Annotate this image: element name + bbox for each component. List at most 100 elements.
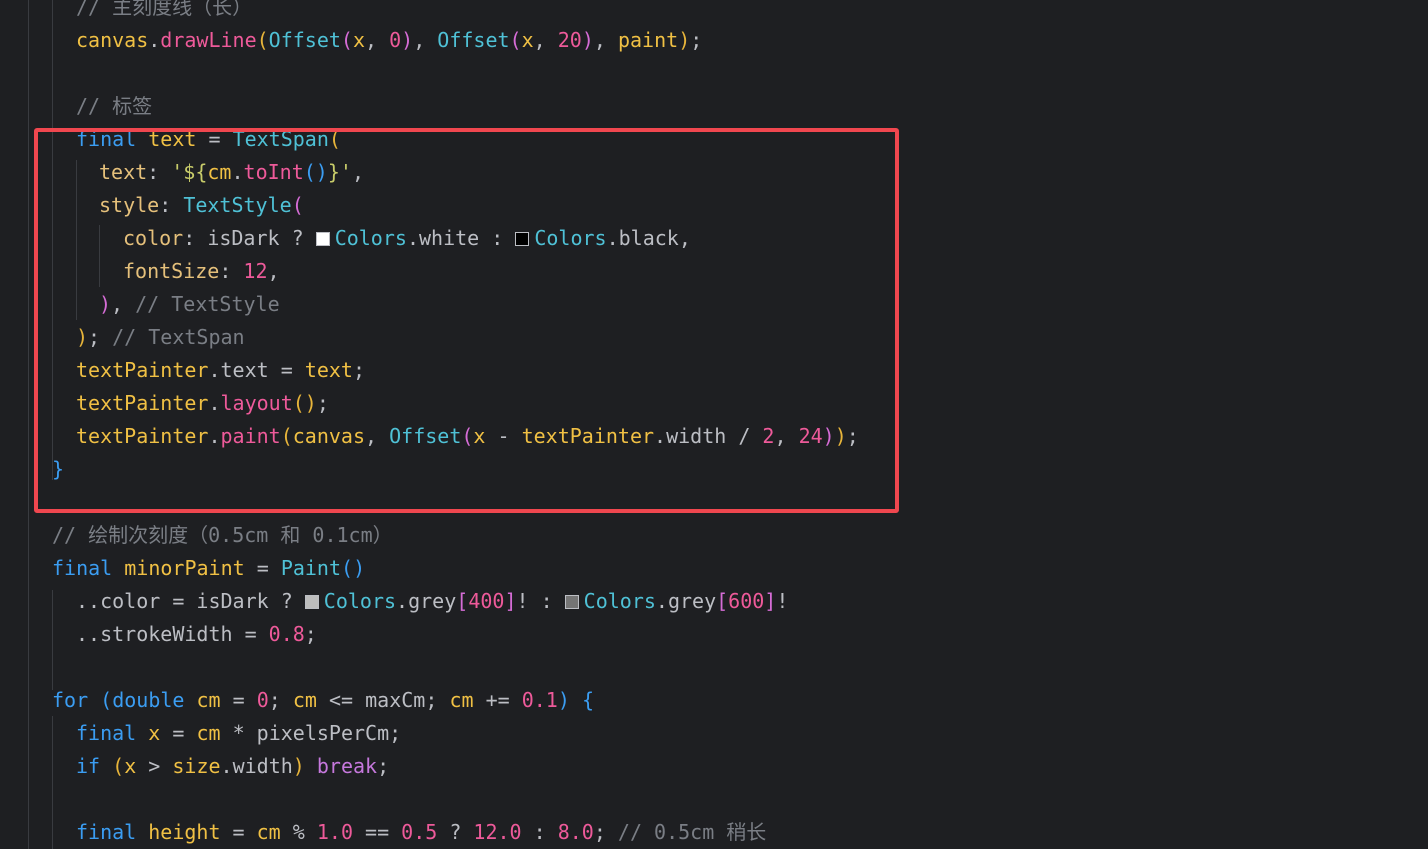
code-token: (: [328, 127, 341, 151]
code-token: ?: [268, 589, 305, 613]
code-token: ,: [678, 226, 691, 250]
code-line[interactable]: final height = cm % 1.0 == 0.5 ? 12.0 : …: [76, 816, 766, 849]
code-token: ]: [504, 589, 517, 613]
code-token: fontSize: [123, 259, 220, 283]
code-token: ;: [377, 754, 390, 778]
code-line[interactable]: ..strokeWidth = 0.8;: [76, 618, 317, 651]
code-token: ! :: [516, 589, 565, 613]
code-token: x: [473, 424, 486, 448]
code-token: .: [208, 391, 221, 415]
code-line[interactable]: canvas.drawLine(Offset(x, 0), Offset(x, …: [76, 24, 702, 57]
code-token: size: [172, 754, 221, 778]
code-token: ;: [304, 622, 317, 646]
code-token: final: [76, 721, 137, 745]
code-token: pixelsPerCm: [256, 721, 390, 745]
color-swatch-icon[interactable]: [315, 232, 330, 246]
code-token: Offset: [389, 424, 462, 448]
code-line[interactable]: if (x > size.width) break;: [76, 750, 389, 783]
code-token: 24: [798, 424, 823, 448]
code-token: 400: [468, 589, 505, 613]
code-token: 0.1: [521, 688, 558, 712]
code-line[interactable]: text: '${cm.toInt()}',: [99, 156, 364, 189]
code-line[interactable]: final x = cm * pixelsPerCm;: [76, 717, 401, 750]
code-token: black: [618, 226, 679, 250]
code-line[interactable]: final text = TextSpan(: [76, 123, 341, 156]
code-line[interactable]: textPainter.layout();: [76, 387, 329, 420]
code-line[interactable]: // 绘制次刻度（0.5cm 和 0.1cm）: [52, 519, 393, 552]
code-line[interactable]: ); // TextSpan: [76, 321, 245, 354]
code-token: [: [456, 589, 469, 613]
code-line[interactable]: fontSize: 12,: [123, 255, 280, 288]
code-line[interactable]: textPainter.text = text;: [76, 354, 365, 387]
code-line[interactable]: // 主刻度线（长）: [76, 0, 252, 24]
code-line[interactable]: for (double cm = 0; cm <= maxCm; cm += 0…: [52, 684, 594, 717]
code-token: TextSpan: [232, 127, 329, 151]
code-token: color: [123, 226, 184, 250]
code-token: (): [303, 160, 328, 184]
code-token: // 绘制次刻度（0.5cm 和 0.1cm）: [52, 523, 393, 547]
code-token: ): [678, 28, 691, 52]
code-token: TextStyle: [183, 193, 292, 217]
code-line[interactable]: style: TextStyle(: [99, 189, 304, 222]
code-token: Offset: [437, 28, 510, 52]
code-token: if: [76, 754, 101, 778]
code-token: =: [220, 688, 257, 712]
code-token: [: [716, 589, 729, 613]
code-token: :: [219, 259, 244, 283]
code-token: %: [280, 820, 317, 844]
code-token: +=: [473, 688, 522, 712]
code-token: ]: [764, 589, 777, 613]
code-token: ): [401, 28, 414, 52]
code-token: ,: [365, 424, 390, 448]
code-token: cm: [207, 160, 232, 184]
code-token: maxCm: [365, 688, 426, 712]
indent-guide: [76, 160, 77, 320]
code-token: (: [256, 28, 269, 52]
code-token: Colors: [323, 589, 397, 613]
code-token: text: [99, 160, 148, 184]
code-token: :: [159, 193, 184, 217]
code-line[interactable]: ..color = isDark ? Colors.grey[400]! : C…: [76, 585, 788, 618]
code-token: x: [148, 721, 161, 745]
code-token: ;: [593, 820, 618, 844]
indent-guide: [28, 0, 29, 849]
code-token: textPainter: [76, 358, 209, 382]
code-line[interactable]: final minorPaint = Paint(): [52, 552, 365, 585]
code-token: ,: [267, 259, 280, 283]
code-token: ): [834, 424, 847, 448]
code-token: Colors: [534, 226, 607, 250]
color-swatch-icon[interactable]: [304, 595, 319, 609]
code-line[interactable]: textPainter.paint(canvas, Offset(x - tex…: [76, 420, 859, 453]
code-token: textPainter: [76, 424, 209, 448]
code-token: toInt: [243, 160, 304, 184]
code-token: (: [100, 688, 113, 712]
code-line[interactable]: // 标签: [76, 90, 152, 123]
code-line[interactable]: }: [52, 453, 64, 486]
code-token: double: [112, 688, 185, 712]
code-token: final: [76, 820, 137, 844]
code-token: ?: [279, 226, 316, 250]
code-token: ;: [690, 28, 703, 52]
code-token: text: [304, 358, 353, 382]
code-token: (: [340, 28, 353, 52]
code-token: Colors: [583, 589, 656, 613]
code-token: ): [99, 292, 112, 316]
code-token: 2: [762, 424, 775, 448]
code-line[interactable]: color: isDark ? Colors.white : Colors.bl…: [123, 222, 691, 255]
code-token: ,: [111, 292, 136, 316]
code-token: // TextStyle: [135, 292, 280, 316]
code-token: ,: [774, 424, 799, 448]
code-token: grey: [408, 589, 457, 613]
code-line[interactable]: ), // TextStyle: [99, 288, 280, 321]
code-token: ): [822, 424, 835, 448]
code-editor[interactable]: // 主刻度线（长） canvas.drawLine(Offset(x, 0), …: [0, 0, 1428, 849]
color-swatch-icon[interactable]: [515, 232, 530, 246]
code-token: 0: [256, 688, 269, 712]
color-swatch-icon[interactable]: [564, 595, 579, 609]
indent-guide: [52, 590, 53, 690]
code-token: .: [406, 226, 419, 250]
code-token: 12: [243, 259, 268, 283]
